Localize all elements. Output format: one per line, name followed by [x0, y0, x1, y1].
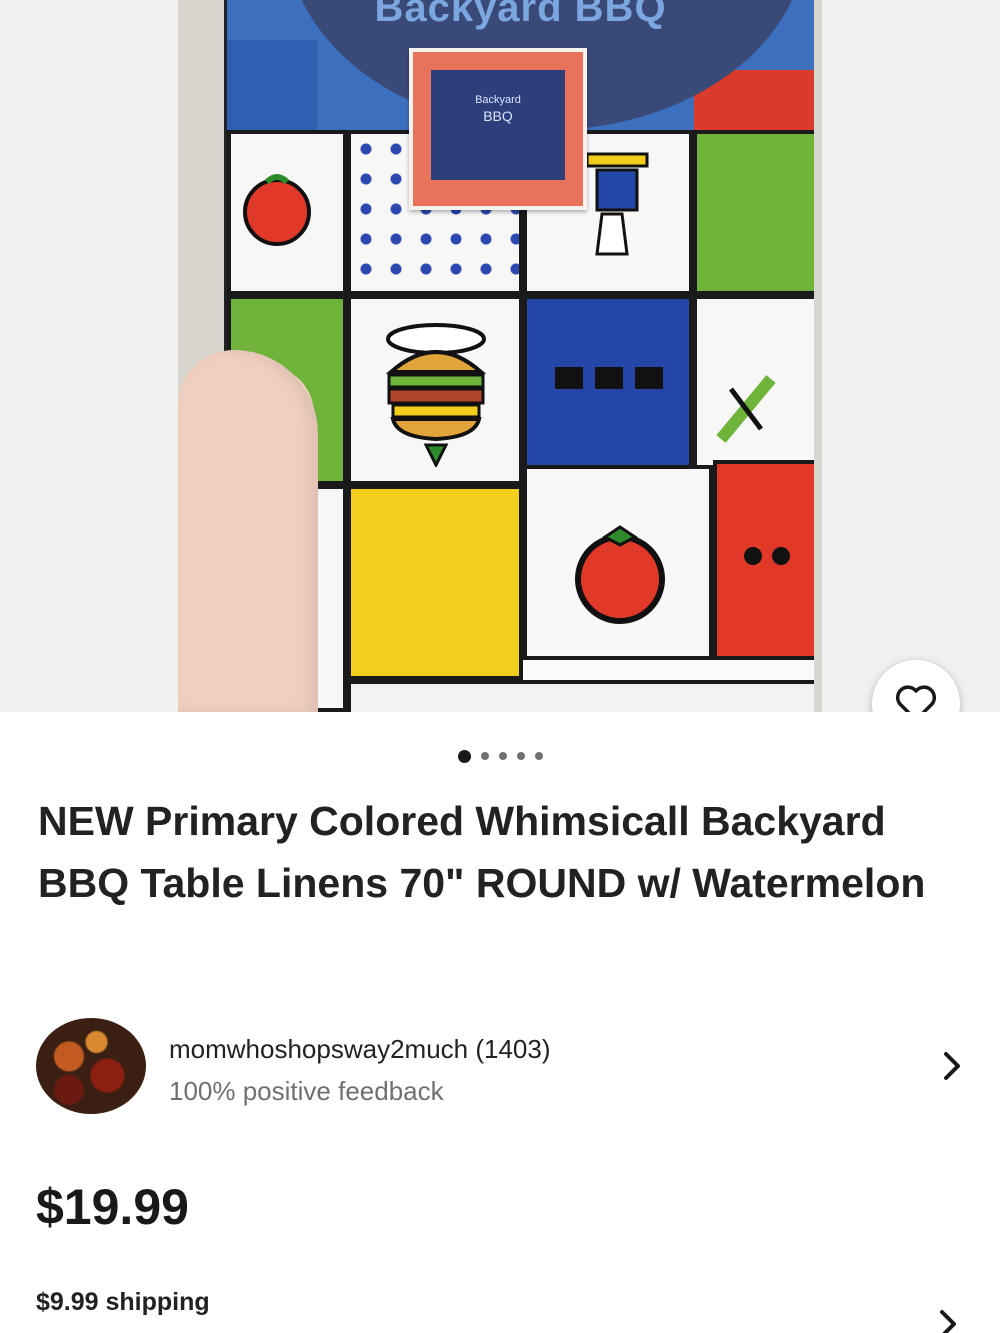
image-gallery[interactable]: Backyard BBQ Backyard BBQ — [0, 0, 1000, 712]
pattern-cell-tomato — [523, 465, 713, 660]
pattern-cell-burger — [347, 295, 523, 485]
pattern-border-strip — [347, 680, 814, 712]
listing-title: NEW Primary Colored Whimsicall Backyard … — [38, 798, 926, 906]
pattern-cell-green — [693, 130, 814, 295]
gallery-pagination — [0, 746, 1000, 766]
pagination-dot[interactable] — [534, 752, 543, 760]
package-brand-text: Backyard BBQ — [374, 0, 667, 30]
seller-avatar — [36, 1018, 146, 1114]
hand — [178, 350, 318, 712]
shipping-cost: $9.99 shipping — [36, 1288, 210, 1316]
pagination-dot[interactable] — [498, 752, 507, 760]
seller-name: momwhoshopsway2much (1403) — [169, 1034, 551, 1064]
pattern-cell-utensils — [693, 295, 814, 485]
seller-info-row[interactable]: momwhoshopsway2much (1403) 100% positive… — [36, 1016, 976, 1114]
pattern-cell-blue-bbq — [523, 295, 693, 485]
pagination-dot-active[interactable] — [457, 749, 471, 763]
chevron-right-icon — [944, 1052, 960, 1080]
pagination-dot[interactable] — [516, 752, 525, 760]
heart-icon — [895, 685, 937, 712]
label-line-1: Backyard — [475, 94, 521, 106]
package-label: Backyard BBQ — [409, 48, 587, 210]
chevron-right-icon[interactable] — [936, 1306, 960, 1333]
seller-feedback: 100% positive feedback — [169, 1076, 444, 1106]
pattern-cell-yellow — [347, 485, 523, 680]
label-line-2: BBQ — [483, 108, 513, 124]
product-photo[interactable]: Backyard BBQ Backyard BBQ — [178, 0, 822, 712]
item-price: $19.99 — [36, 1179, 189, 1235]
watch-button[interactable] — [872, 660, 960, 712]
pagination-dot[interactable] — [480, 752, 489, 760]
pattern-cell-tomato — [227, 130, 347, 295]
pattern-cell-red — [713, 460, 814, 660]
